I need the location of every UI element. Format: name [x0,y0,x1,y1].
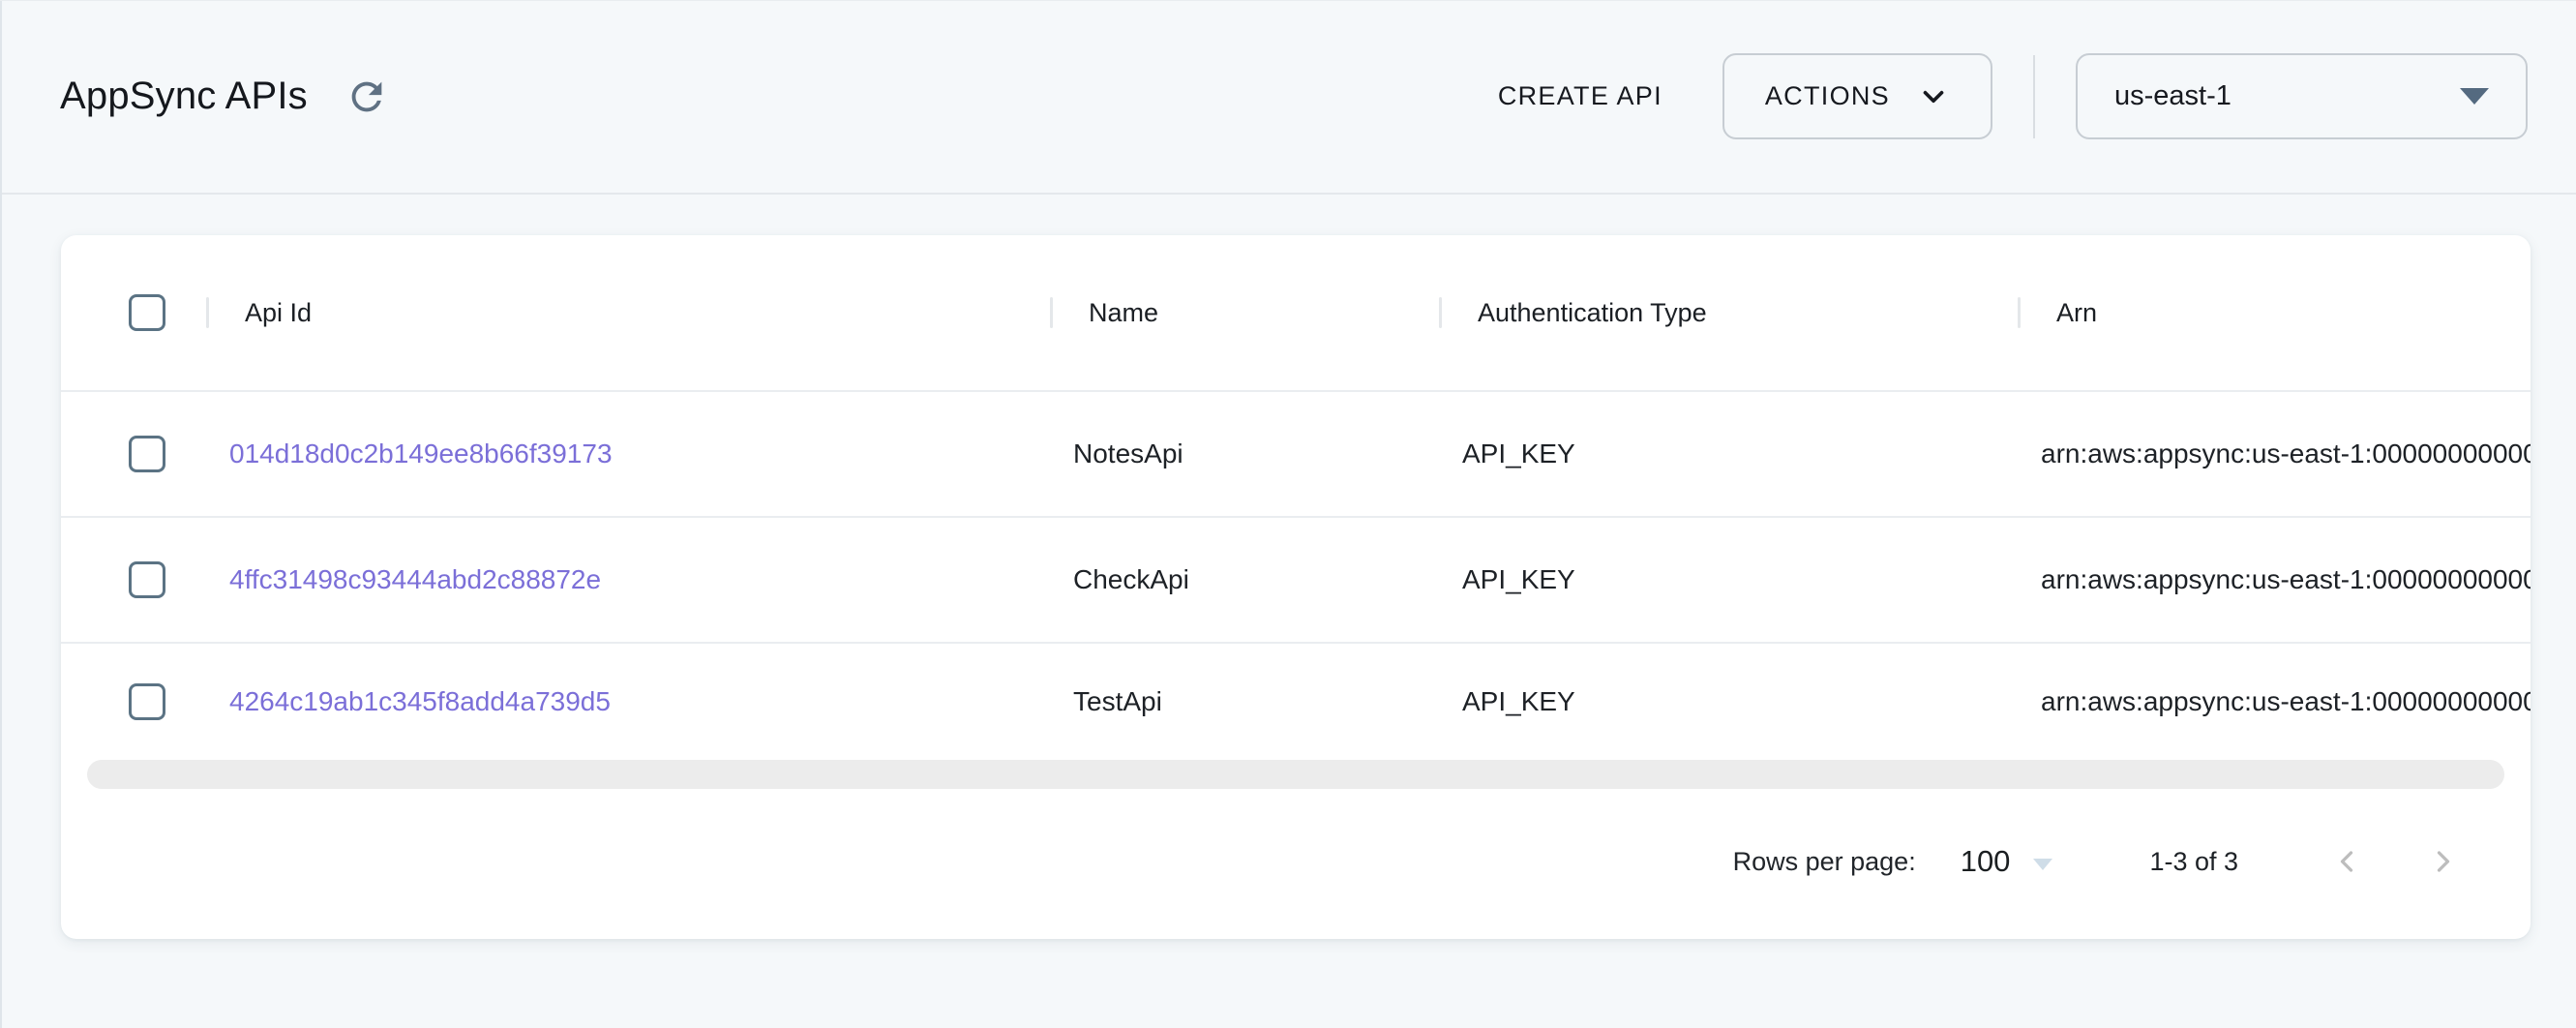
column-header-name[interactable]: Name [1050,235,1439,390]
table-row[interactable]: 014d18d0c2b149ee8b66f39173 NotesApi API_… [61,392,2531,518]
name-cell: CheckApi [1050,564,1439,595]
column-header-label: Name [1089,298,1158,328]
actions-button-label: ACTIONS [1765,81,1890,111]
rows-per-page-value: 100 [1961,844,2011,879]
column-separator [206,297,209,328]
column-separator [1050,297,1053,328]
refresh-icon [344,75,389,119]
window-top-edge [0,0,2576,1]
row-checkbox-cell [61,561,206,598]
apis-table: Api Id Name Authentication Type Arn [61,235,2531,760]
region-select-value: us-east-1 [2114,80,2232,112]
api-id-cell: 4ffc31498c93444abd2c88872e [206,564,1050,595]
page-title: AppSync APIs [60,75,308,118]
api-id-cell: 4264c19ab1c345f8add4a739d5 [206,686,1050,717]
caret-down-icon [2033,859,2052,870]
create-api-button[interactable]: CREATE API [1481,72,1680,121]
table-row[interactable]: 4264c19ab1c345f8add4a739d5 TestApi API_K… [61,644,2531,760]
api-id-link[interactable]: 4ffc31498c93444abd2c88872e [229,564,601,594]
column-header-authentication-type[interactable]: Authentication Type [1439,235,2018,390]
table-row[interactable]: 4ffc31498c93444abd2c88872e CheckApi API_… [61,518,2531,644]
auth-type-cell: API_KEY [1439,438,2018,469]
pagination-bar: Rows per page: 100 1-3 of 3 [61,789,2531,934]
refresh-button[interactable] [344,75,389,119]
header-checkbox-cell [61,294,206,331]
previous-page-button[interactable] [2327,842,2366,881]
arn-cell: arn:aws:appsync:us-east-1:000000000000 [2018,564,2531,595]
toolbar-divider [2033,55,2035,138]
caret-down-icon [2460,88,2489,105]
apis-card: Api Id Name Authentication Type Arn [61,235,2531,939]
chevron-down-icon [1917,80,1950,113]
actions-dropdown-button[interactable]: ACTIONS [1722,53,1992,139]
table-header-row: Api Id Name Authentication Type Arn [61,235,2531,392]
column-header-label: Api Id [245,298,312,328]
name-cell: NotesApi [1050,438,1439,469]
auth-type-cell: API_KEY [1439,564,2018,595]
row-checkbox[interactable] [129,436,165,472]
pagination-range-label: 1-3 of 3 [2149,847,2238,877]
auth-type-cell: API_KEY [1439,686,2018,717]
window-left-edge [0,0,2,1028]
column-header-arn[interactable]: Arn [2018,235,2531,390]
column-header-label: Authentication Type [1478,298,1707,328]
api-id-link[interactable]: 014d18d0c2b149ee8b66f39173 [229,438,613,469]
chevron-left-icon [2329,844,2364,879]
chevron-right-icon [2426,844,2461,879]
grid-scroll-area: Api Id Name Authentication Type Arn [61,235,2531,760]
column-separator [2018,297,2021,328]
row-checkbox-cell [61,683,206,720]
name-cell: TestApi [1050,686,1439,717]
column-separator [1439,297,1442,328]
rows-per-page-select[interactable]: 100 [1961,844,2053,879]
next-page-button[interactable] [2424,842,2463,881]
column-header-api-id[interactable]: Api Id [206,235,1050,390]
top-bar: AppSync APIs CREATE API ACTIONS us-east-… [0,0,2576,195]
row-checkbox[interactable] [129,561,165,598]
arn-cell: arn:aws:appsync:us-east-1:000000000000 [2018,686,2531,717]
horizontal-scrollbar[interactable] [87,760,2504,789]
region-select[interactable]: us-east-1 [2076,53,2528,139]
arn-cell: arn:aws:appsync:us-east-1:000000000000 [2018,438,2531,469]
api-id-link[interactable]: 4264c19ab1c345f8add4a739d5 [229,686,611,716]
row-checkbox[interactable] [129,683,165,720]
row-checkbox-cell [61,436,206,472]
column-header-label: Arn [2056,298,2097,328]
select-all-checkbox[interactable] [129,294,165,331]
rows-per-page-label: Rows per page: [1733,847,1916,877]
api-id-cell: 014d18d0c2b149ee8b66f39173 [206,438,1050,469]
top-bar-actions: CREATE API ACTIONS us-east-1 [1481,53,2528,139]
